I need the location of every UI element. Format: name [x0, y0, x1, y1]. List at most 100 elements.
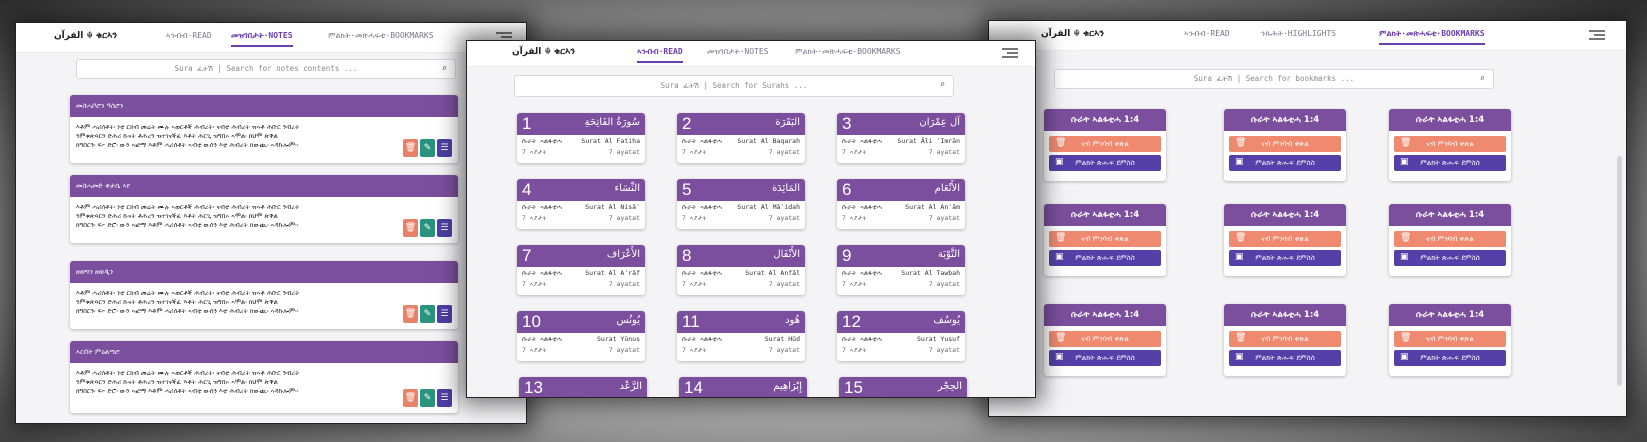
surah-name-row: ሱራት ኣልፋቲሓ Surat Al Anʿām [837, 201, 965, 213]
surah-latin-name: Surat Yusuf [916, 335, 960, 343]
surah-card[interactable]: 4 النِّسَاء ሱራት ኣልፋቲሓ Surat Al Nisāʾ 7 ኣያታት 7… [517, 179, 645, 229]
search-icon[interactable]: ⌕ [1480, 74, 1485, 84]
search-icon[interactable]: ⌕ [940, 80, 945, 90]
surah-header: 3 آل عِمْرَان [837, 113, 965, 135]
surah-card[interactable]: 13 الرَّعْد [519, 377, 647, 397]
surah-number: 13 [524, 378, 543, 397]
surah-card[interactable]: 1 سُورَةُ الفَاتِحَةِ ሱራት ኣልፋቲሓ Surat Al Fa… [517, 113, 645, 163]
book-icon[interactable]: ☰ [437, 305, 452, 323]
tab-read[interactable]: ኣንብብ·READ [637, 47, 683, 63]
surah-tigrinya-name: ሱራት ኣልፋቲሓ [682, 335, 722, 343]
surah-tigrinya-name: ሱራት ኣልፋቲሓ [842, 269, 882, 277]
surah-number: 7 [522, 246, 532, 265]
continue-reading-button[interactable]: 🗑 ናብ ምንባብ ቀጽል [1229, 331, 1341, 347]
continue-reading-button[interactable]: 🗑 ናብ ምንባብ ቀጽል [1394, 331, 1506, 347]
ayat-count-ti: 7 ኣያታት [682, 214, 707, 222]
bookmark-title: ሱራት ኣልፋቲሓ 1:4 [1044, 204, 1166, 226]
tab-read[interactable]: ኣንብብ·READ [166, 31, 212, 41]
trash-icon: 🗑 [1055, 138, 1067, 148]
app-logo[interactable]: القرآن ☬ ቁርኣን [1041, 29, 1104, 39]
search-input[interactable]: Sura ፈትሽ | Search for notes contents ...… [76, 59, 456, 79]
delete-bookmark-button[interactable]: ▣ ምልክት ጽሑፍ ደምስስ [1049, 250, 1161, 266]
continue-reading-button[interactable]: 🗑 ናብ ምንባብ ቀጽል [1229, 231, 1341, 247]
trash-icon[interactable]: 🗑 [403, 389, 418, 407]
surah-number: 8 [682, 246, 692, 265]
surah-number: 3 [842, 114, 852, 133]
surah-name-row: ሱራት ኣልፋቲሓ Surat Al Anfāl [677, 267, 805, 279]
tab-bookmarks[interactable]: ምልክት·መጽሓፍቲ·BOOKMARKS [795, 47, 901, 57]
note-actions: 🗑 ✎ ☰ [403, 219, 452, 237]
surah-card[interactable]: 10 يُونُس ሱራት ኣልፋቲሓ Surat Yūnus 7 ኣያታት 7 ayat… [517, 311, 645, 361]
surah-header: 4 النِّسَاء [517, 179, 645, 201]
surah-card[interactable]: 8 الأَنْفَال ሱራት ኣልፋቲሓ Surat Al Anfāl 7 ኣያታት… [677, 245, 805, 295]
surah-ayat-row: 7 ኣያታት 7 ayatat [837, 213, 965, 224]
surah-number: 12 [842, 312, 861, 331]
ayat-count-ti: 7 ኣያታት [522, 280, 547, 288]
book-icon[interactable]: ☰ [437, 139, 452, 157]
surah-header: 7 الأَعْرَاف [517, 245, 645, 267]
tab-highlights[interactable]: ንጹሕት·HIGHLIGHTS [1261, 29, 1336, 39]
book-icon[interactable]: ☰ [437, 389, 452, 407]
delete-bookmark-button[interactable]: ▣ ምልክት ጽሑፍ ደምስስ [1229, 155, 1341, 171]
surah-card[interactable]: 5 المَائِدَة ሱራት ኣልፋቲሓ Surat Al Māʾidah 7 ኣያ… [677, 179, 805, 229]
edit-icon[interactable]: ✎ [420, 219, 435, 237]
delete-bookmark-button[interactable]: ▣ ምልክት ጽሑፍ ደምስስ [1049, 350, 1161, 366]
delete-bookmark-button[interactable]: ▣ ምልክት ጽሑፍ ደምስስ [1394, 350, 1506, 366]
surah-arabic-name: الأَعْرَاف [606, 249, 640, 260]
surah-card[interactable]: 12 يُوسُف ሱራት ኣልፋቲሓ Surat Yusuf 7 ኣያታት 7 ayat… [837, 311, 965, 361]
book-icon[interactable]: ☰ [437, 219, 452, 237]
delete-bookmark-button[interactable]: ▣ ምልክት ጽሑፍ ደምስስ [1394, 250, 1506, 266]
continue-reading-button[interactable]: 🗑 ናብ ምንባብ ቀጽል [1394, 231, 1506, 247]
search-placeholder: Sura ፈትሽ | Search for Surahs ... [660, 81, 808, 90]
surah-card[interactable]: 9 التَّوْبَة ሱራት ኣልፋቲሓ Surat Al Tawbah 7 ኣያታ… [837, 245, 965, 295]
continue-reading-button[interactable]: 🗑 ናብ ምንባብ ቀጽል [1229, 136, 1341, 152]
delete-bookmark-button[interactable]: ▣ ምልክት ጽሑፍ ደምስስ [1394, 155, 1506, 171]
app-logo[interactable]: القرآن ☬ ቁርኣን [54, 31, 117, 41]
search-icon[interactable]: ⌕ [442, 64, 447, 74]
tab-notes[interactable]: መዝገበታት·NOTES [707, 47, 769, 57]
continue-reading-button[interactable]: 🗑 ናብ ምንባብ ቀጽል [1049, 231, 1161, 247]
delete-bookmark-button[interactable]: ▣ ምልክት ጽሑፍ ደምስስ [1229, 250, 1341, 266]
continue-reading-button[interactable]: 🗑 ናብ ምንባብ ቀጽል [1394, 136, 1506, 152]
surah-card[interactable]: 15 الحِجْر [839, 377, 967, 397]
delete-bookmark-button[interactable]: ▣ ምልክት ጽሑፍ ደምስስ [1229, 350, 1341, 366]
surah-card[interactable]: 2 البَقَرَة ሱራት ኣልፋቲሓ Surat Al Baqarah 7 ኣያታ… [677, 113, 805, 163]
surah-latin-name: Surat Yūnus [596, 335, 640, 343]
surah-latin-name: Surat Al Aʿrāf [585, 269, 640, 277]
continue-reading-button[interactable]: 🗑 ናብ ምንባብ ቀጽል [1049, 136, 1161, 152]
surah-card[interactable]: 14 إِبْرَاهِيم [679, 377, 807, 397]
note-line: ክግበርን፡ ፍ፦ ድሮ፡ ውን ኣፎማ እቶም ሓሪሰቶት ኣብቲ ውሰን እ… [76, 307, 299, 315]
search-input[interactable]: Sura ፈትሽ | Search for Surahs ... ⌕ [514, 75, 954, 97]
surah-card[interactable]: 6 الأَنْعَام ሱራት ኣልፋቲሓ Surat Al Anʿām 7 ኣያታት… [837, 179, 965, 229]
trash-icon[interactable]: 🗑 [403, 139, 418, 157]
scrollbar[interactable] [1617, 156, 1622, 386]
surah-arabic-name: سُورَةُ الفَاتِحَةِ [584, 117, 640, 128]
note-line: እቶም ሓሪሰቶት፡ ነቲ ርክብ መሬት ሙሉ ኣወርቶኞ ሕብረት፡ ናብቲ… [76, 369, 300, 377]
tab-read[interactable]: ኣንብብ·READ [1184, 29, 1230, 39]
surah-card[interactable]: 3 آل عِمْرَان ሱራት ኣልፋቲሓ Surat Āli ʿImrān 7 ኣ… [837, 113, 965, 163]
note-body: እቶም ሓሪሰቶት፡ ነቲ ርክብ መሬት ሙሉ ኣወርቶኞ ሕብረት፡ ናብቲ… [70, 117, 458, 161]
continue-reading-button[interactable]: 🗑 ናብ ምንባብ ቀጽል [1049, 331, 1161, 347]
surah-arabic-name: الأَنْعَام [934, 183, 960, 194]
note-line: ንምቁጽጻርን ድሕሪ ኩናት ቶሕረን ዝተገናኞፈ እቶት ሕርጊ ዝግበኦ… [76, 378, 278, 386]
tab-bookmarks[interactable]: ምልክት·መጽሓፍቲ·BOOKMARKS [1379, 29, 1485, 45]
settings-icon[interactable] [1002, 46, 1018, 60]
trash-icon[interactable]: 🗑 [403, 219, 418, 237]
book-icon: ▣ [1055, 352, 1064, 362]
surah-card[interactable]: 11 هُود ሱራት ኣልፋቲሓ Surat Hūd 7 ኣያታት 7 ayatat [677, 311, 805, 361]
trash-icon[interactable]: 🗑 [403, 305, 418, 323]
edit-icon[interactable]: ✎ [420, 389, 435, 407]
app-logo[interactable]: القرآن ☬ ቁርኣን [512, 47, 575, 57]
delete-bookmark-button[interactable]: ▣ ምልክት ጽሑፍ ደምስስ [1049, 155, 1161, 171]
settings-icon[interactable] [1589, 28, 1605, 42]
surah-tigrinya-name: ሱራት ኣልፋቲሓ [522, 203, 562, 211]
tab-bookmarks[interactable]: ምልክት·መጽሓፍቲ·BOOKMARKS [328, 31, 434, 41]
edit-icon[interactable]: ✎ [420, 139, 435, 157]
button-label: ምልክት ጽሑፍ ደምስስ [1075, 353, 1135, 362]
search-input[interactable]: Sura ፈትሽ | Search for bookmarks ... ⌕ [1054, 69, 1494, 89]
edit-icon[interactable]: ✎ [420, 305, 435, 323]
surah-header: 12 يُوسُف [837, 311, 965, 333]
tab-notes[interactable]: መዝገበታት·NOTES [231, 31, 293, 47]
surah-card[interactable]: 7 الأَعْرَاف ሱራት ኣልፋቲሓ Surat Al Aʿrāf 7 ኣያታት… [517, 245, 645, 295]
surah-header: 5 المَائِدَة [677, 179, 805, 201]
